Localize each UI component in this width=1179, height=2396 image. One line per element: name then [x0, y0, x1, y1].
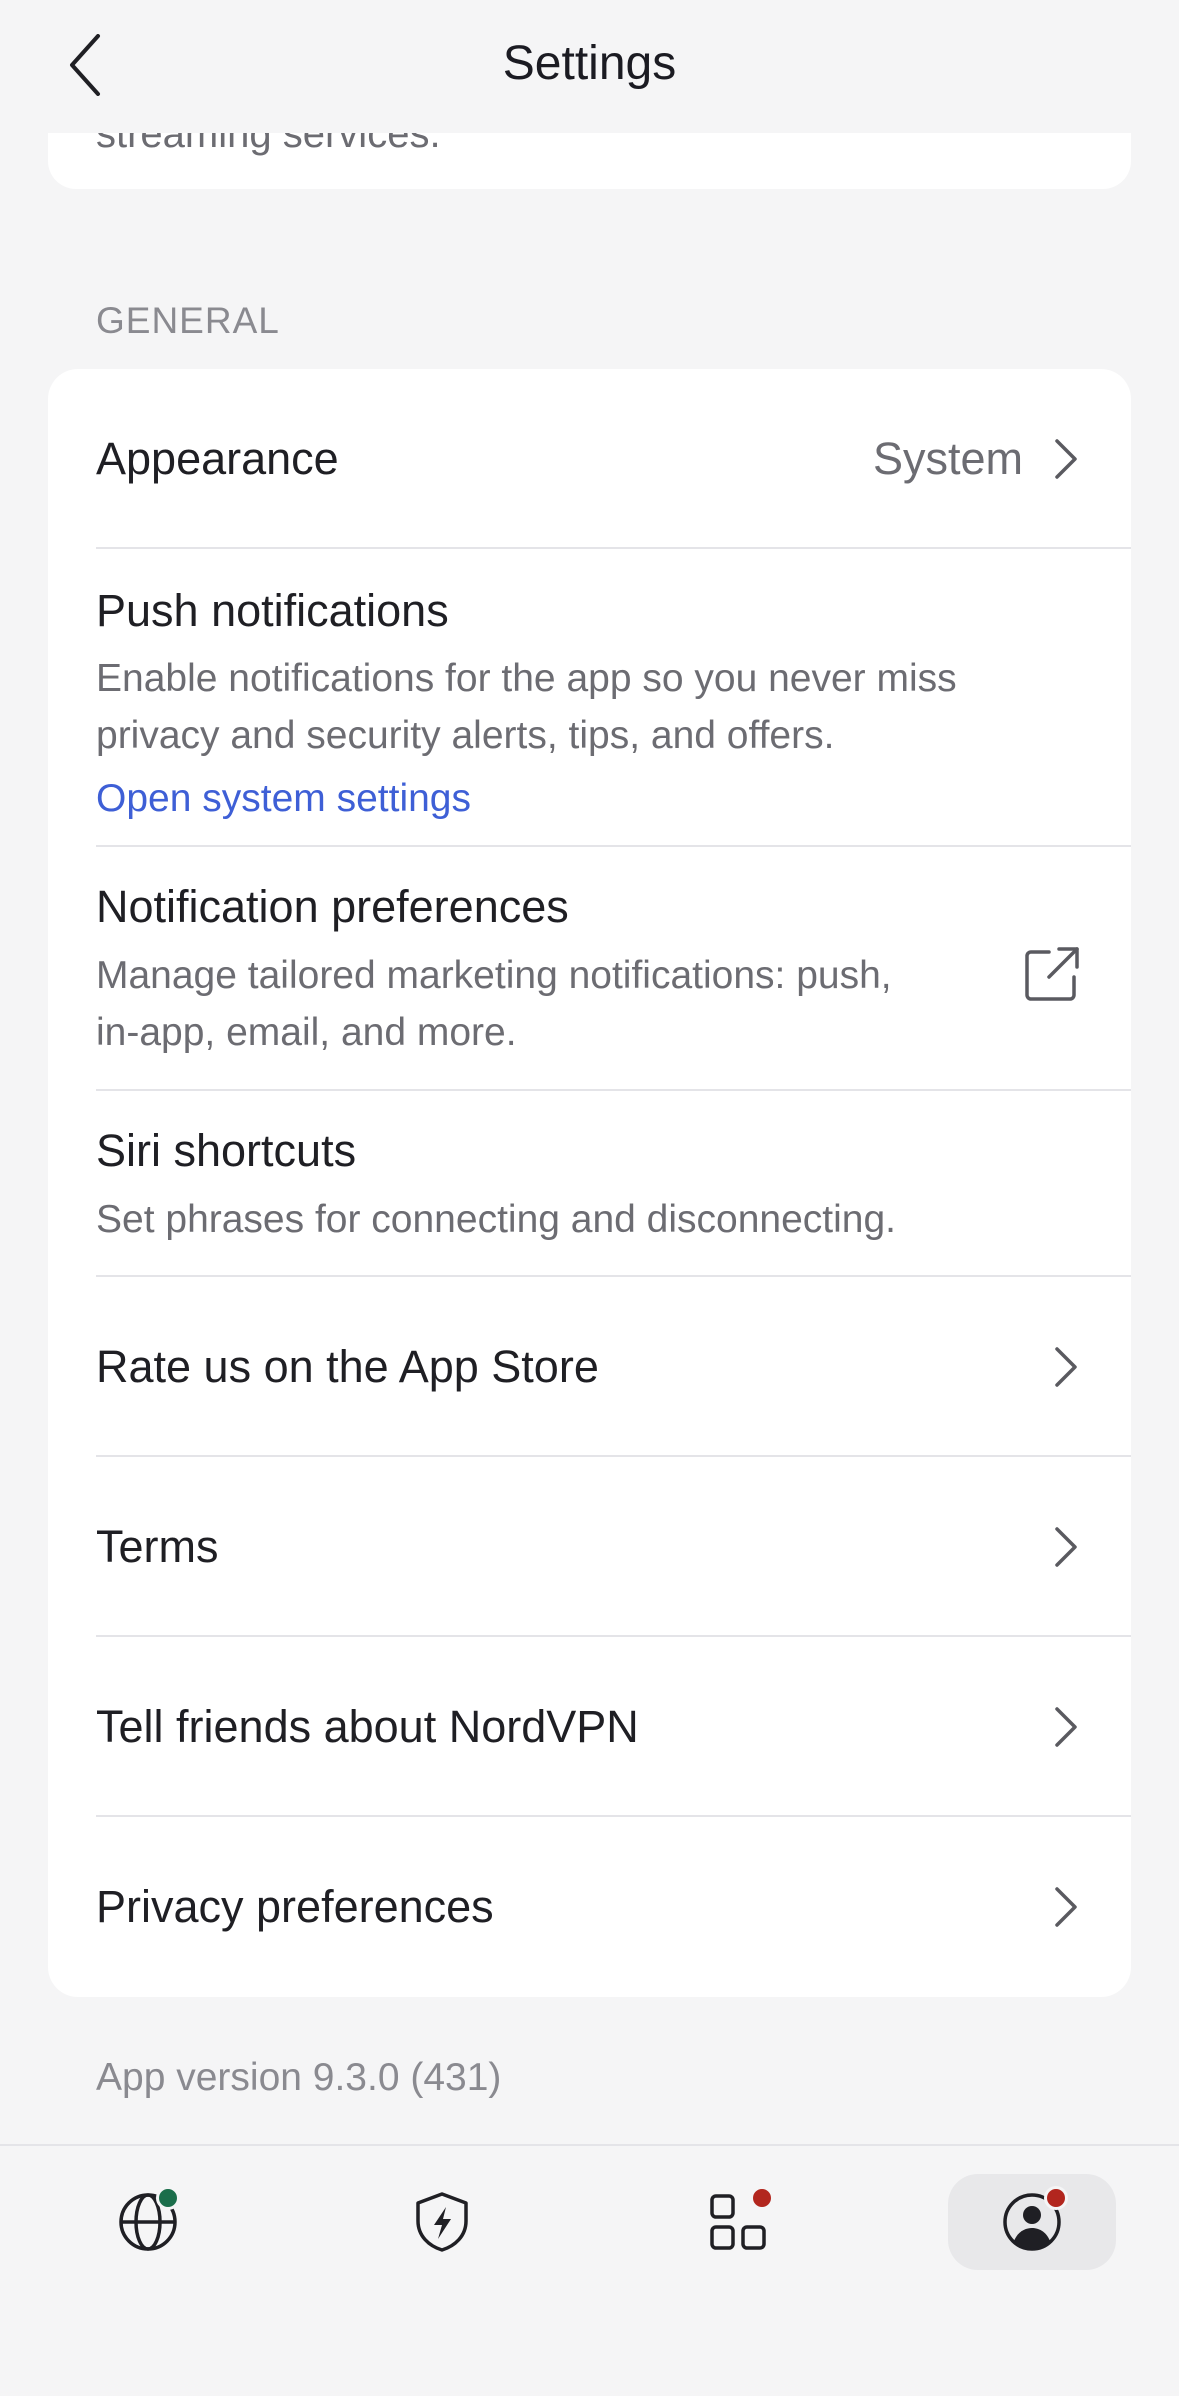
privacy-preferences-row[interactable]: Privacy preferences [48, 1817, 1131, 1997]
tell-friends-label: Tell friends about NordVPN [96, 1701, 639, 1752]
terms-label: Terms [96, 1521, 219, 1572]
siri-shortcuts-desc: Set phrases for connecting and disconnec… [96, 1198, 897, 1241]
page-title: Settings [502, 37, 677, 90]
chevron-right-icon [1055, 1887, 1077, 1927]
notification-preferences-desc-line1: Manage tailored marketing notifications:… [96, 954, 892, 997]
appearance-value: System [872, 433, 1023, 484]
notification-preferences-desc-line2: in-app, email, and more. [96, 1011, 517, 1054]
privacy-preferences-label: Privacy preferences [96, 1881, 494, 1932]
appearance-row[interactable]: Appearance System [48, 369, 1131, 549]
notification-preferences-title: Notification preferences [96, 881, 569, 932]
open-system-settings-link[interactable]: Open system settings [96, 777, 471, 821]
notification-badge [750, 2186, 774, 2210]
chevron-right-icon [1055, 439, 1077, 479]
terms-row[interactable]: Terms [48, 1457, 1131, 1637]
shield-bolt-icon [416, 2192, 468, 2252]
push-notifications-desc-line1: Enable notifications for the app so you … [96, 657, 957, 700]
chevron-right-icon [1055, 1347, 1077, 1387]
tell-friends-row[interactable]: Tell friends about NordVPN [48, 1637, 1131, 1817]
push-notifications-title: Push notifications [96, 585, 449, 636]
status-badge [156, 2186, 180, 2210]
appearance-label: Appearance [96, 433, 339, 484]
push-notifications-row: Push notifications Enable notifications … [48, 549, 1131, 847]
notification-preferences-row[interactable]: Notification preferences Manage tailored… [48, 847, 1131, 1091]
app-version: App version 9.3.0 (431) [96, 2056, 502, 2099]
tab-threat-protection[interactable] [358, 2174, 526, 2270]
tab-bar [0, 2144, 1179, 2396]
general-settings-card: Appearance System Push notifications Ena… [48, 369, 1131, 1997]
tab-globe[interactable] [64, 2174, 232, 2270]
external-link-icon [1025, 947, 1079, 1001]
siri-shortcuts-title: Siri shortcuts [96, 1125, 357, 1176]
top-bar: Settings [0, 0, 1179, 133]
rate-app-store-label: Rate us on the App Store [96, 1341, 599, 1392]
section-label-general: GENERAL [96, 300, 280, 341]
push-notifications-desc-line2: privacy and security alerts, tips, and o… [96, 714, 835, 757]
chevron-right-icon [1055, 1707, 1077, 1747]
rate-app-store-row[interactable]: Rate us on the App Store [48, 1277, 1131, 1457]
tab-apps[interactable] [654, 2174, 822, 2270]
tab-profile[interactable] [948, 2174, 1116, 2270]
notification-badge [1044, 2186, 1068, 2210]
siri-shortcuts-row[interactable]: Siri shortcuts Set phrases for connectin… [48, 1091, 1131, 1277]
chevron-right-icon [1055, 1527, 1077, 1567]
